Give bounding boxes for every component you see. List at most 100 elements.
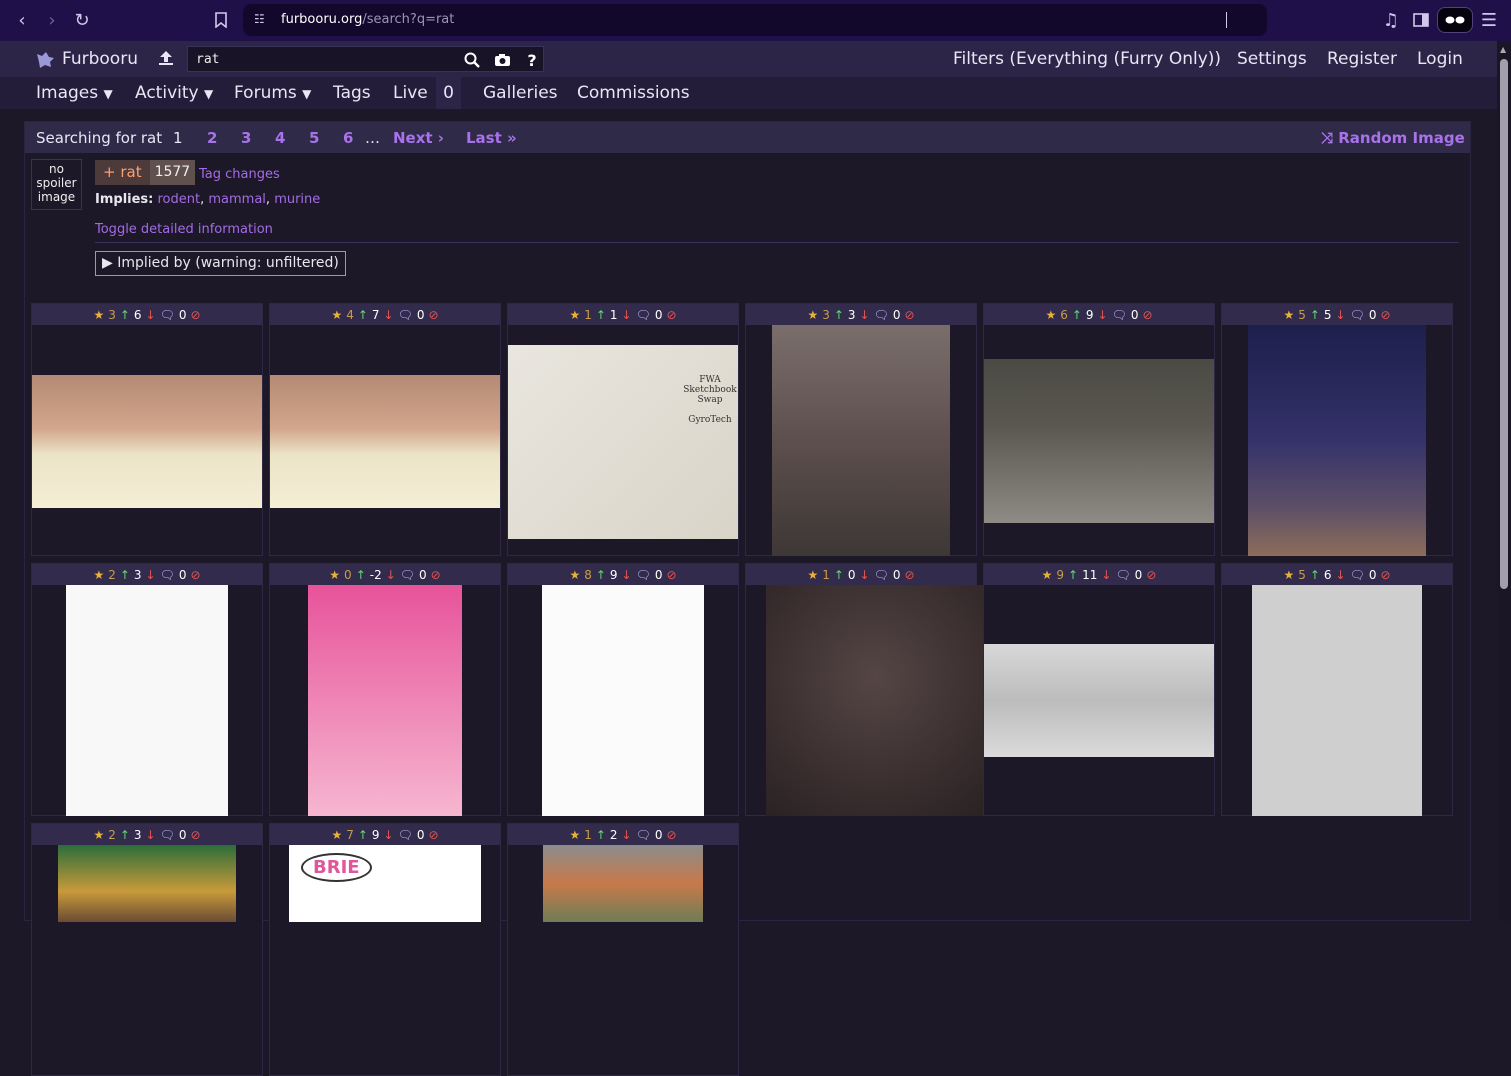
nav-commissions[interactable]: Commissions: [577, 83, 690, 103]
page-2[interactable]: 2: [207, 129, 217, 147]
star-icon[interactable]: ★: [331, 308, 342, 322]
upvote-icon[interactable]: ↑: [120, 568, 130, 582]
image-thumbnail[interactable]: ★ 2 ↑ 3 ↓ 🗨 0 ⊘: [31, 823, 263, 1076]
last-page-link[interactable]: Last »: [466, 129, 517, 147]
upvote-icon[interactable]: ↑: [834, 568, 844, 582]
back-icon[interactable]: ‹: [10, 8, 34, 32]
address-bar[interactable]: ☷ furbooru.org/search?q=rat: [243, 4, 1267, 36]
downvote-icon[interactable]: ↓: [1101, 568, 1111, 582]
next-page-link[interactable]: Next ›: [393, 129, 444, 147]
upvote-icon[interactable]: ↑: [120, 828, 130, 842]
star-icon[interactable]: ★: [331, 828, 342, 842]
random-image-link[interactable]: ⤨ Random Image: [1321, 129, 1465, 147]
page-3[interactable]: 3: [241, 129, 251, 147]
hide-icon[interactable]: ⊘: [666, 828, 676, 842]
downvote-icon[interactable]: ↓: [146, 568, 156, 582]
nav-images[interactable]: Images ▼: [36, 83, 113, 103]
bookmark-icon[interactable]: [209, 8, 233, 32]
hide-icon[interactable]: ⊘: [190, 828, 200, 842]
upvote-icon[interactable]: ↑: [1310, 308, 1320, 322]
image-thumbnail[interactable]: ★ 1 ↑ 1 ↓ 🗨 0 ⊘ FWA Sketchbook Swap GyroT…: [507, 303, 739, 556]
star-icon[interactable]: ★: [93, 568, 104, 582]
implied-tag-murine[interactable]: murine: [274, 192, 320, 207]
nav-forums[interactable]: Forums ▼: [234, 83, 311, 103]
implied-by-toggle[interactable]: ▶ Implied by (warning: unfiltered): [95, 251, 346, 276]
downvote-icon[interactable]: ↓: [1098, 308, 1108, 322]
downvote-icon[interactable]: ↓: [146, 828, 156, 842]
upvote-icon[interactable]: ↑: [834, 308, 844, 322]
thumbnail-image[interactable]: BRIE: [289, 845, 481, 922]
tag-name[interactable]: + rat: [95, 160, 150, 185]
thumbnail-image[interactable]: [984, 644, 1214, 757]
upvote-icon[interactable]: ↑: [596, 568, 606, 582]
hide-icon[interactable]: ⊘: [1380, 568, 1390, 582]
media-icon[interactable]: ♫: [1379, 8, 1403, 32]
image-thumbnail[interactable]: ★ 1 ↑ 0 ↓ 🗨 0 ⊘: [745, 563, 984, 816]
comments-icon[interactable]: 🗨: [636, 308, 651, 322]
image-thumbnail[interactable]: ★ 8 ↑ 9 ↓ 🗨 0 ⊘: [507, 563, 739, 816]
image-thumbnail[interactable]: ★ 1 ↑ 2 ↓ 🗨 0 ⊘: [507, 823, 739, 1076]
downvote-icon[interactable]: ↓: [384, 308, 394, 322]
thumbnail-image[interactable]: [984, 359, 1214, 523]
search-value[interactable]: rat: [196, 52, 219, 67]
scrollbar[interactable]: ▲: [1497, 41, 1511, 921]
hide-icon[interactable]: ⊘: [666, 308, 676, 322]
star-icon[interactable]: ★: [1045, 308, 1056, 322]
upvote-icon[interactable]: ↑: [596, 828, 606, 842]
thumbnail-image[interactable]: [772, 325, 950, 556]
star-icon[interactable]: ★: [329, 568, 340, 582]
star-icon[interactable]: ★: [93, 308, 104, 322]
nav-live[interactable]: Live: [393, 83, 428, 103]
site-logo[interactable]: Furbooru: [62, 49, 138, 69]
hide-icon[interactable]: ⊘: [1380, 308, 1390, 322]
downvote-icon[interactable]: ↓: [1336, 568, 1346, 582]
hide-icon[interactable]: ⊘: [428, 828, 438, 842]
comments-icon[interactable]: 🗨: [1112, 308, 1127, 322]
register-link[interactable]: Register: [1327, 49, 1397, 69]
downvote-icon[interactable]: ↓: [386, 568, 396, 582]
nav-tags[interactable]: Tags: [333, 83, 371, 103]
forward-icon[interactable]: ›: [40, 8, 64, 32]
implied-tag-mammal[interactable]: mammal: [208, 192, 266, 207]
image-thumbnail[interactable]: ★ 2 ↑ 3 ↓ 🗨 0 ⊘: [31, 563, 263, 816]
hide-icon[interactable]: ⊘: [1146, 568, 1156, 582]
implied-tag-rodent[interactable]: rodent: [158, 192, 201, 207]
downvote-icon[interactable]: ↓: [622, 828, 632, 842]
page-4[interactable]: 4: [275, 129, 285, 147]
reload-icon[interactable]: ↻: [70, 8, 94, 32]
thumbnail-image[interactable]: [542, 585, 704, 816]
tag-changes-link[interactable]: Tag changes: [199, 167, 280, 182]
comments-icon[interactable]: 🗨: [636, 828, 651, 842]
hide-icon[interactable]: ⊘: [190, 568, 200, 582]
star-icon[interactable]: ★: [569, 568, 580, 582]
help-icon[interactable]: ?: [522, 50, 542, 70]
hide-icon[interactable]: ⊘: [666, 568, 676, 582]
thumbnail-image[interactable]: [308, 585, 462, 816]
thumbnail-image[interactable]: [543, 845, 703, 922]
image-thumbnail[interactable]: ★ 3 ↑ 3 ↓ 🗨 0 ⊘: [745, 303, 977, 556]
thumbnail-image[interactable]: [1248, 325, 1426, 556]
settings-link[interactable]: Settings: [1237, 49, 1307, 69]
downvote-icon[interactable]: ↓: [860, 308, 870, 322]
comments-icon[interactable]: 🗨: [160, 308, 175, 322]
logo-icon[interactable]: [35, 50, 55, 72]
downvote-icon[interactable]: ↓: [146, 308, 156, 322]
comments-icon[interactable]: 🗨: [636, 568, 651, 582]
upvote-icon[interactable]: ↑: [1072, 308, 1082, 322]
comments-icon[interactable]: 🗨: [400, 568, 415, 582]
hide-icon[interactable]: ⊘: [904, 308, 914, 322]
nav-activity[interactable]: Activity ▼: [135, 83, 213, 103]
toggle-details-link[interactable]: Toggle detailed information: [95, 222, 273, 237]
comments-icon[interactable]: 🗨: [160, 568, 175, 582]
image-thumbnail[interactable]: ★ 7 ↑ 9 ↓ 🗨 0 ⊘ BRIE: [269, 823, 501, 1076]
comments-icon[interactable]: 🗨: [1350, 308, 1365, 322]
nav-galleries[interactable]: Galleries: [483, 83, 558, 103]
thumbnail-image[interactable]: [1252, 585, 1422, 816]
site-settings-icon[interactable]: ☷: [254, 12, 265, 26]
downvote-icon[interactable]: ↓: [384, 828, 394, 842]
hide-icon[interactable]: ⊘: [1142, 308, 1152, 322]
scroll-up-icon[interactable]: ▲: [1500, 45, 1506, 54]
sidebar-icon[interactable]: [1409, 8, 1433, 32]
star-icon[interactable]: ★: [1283, 308, 1294, 322]
image-thumbnail[interactable]: ★ 3 ↑ 6 ↓ 🗨 0 ⊘: [31, 303, 263, 556]
